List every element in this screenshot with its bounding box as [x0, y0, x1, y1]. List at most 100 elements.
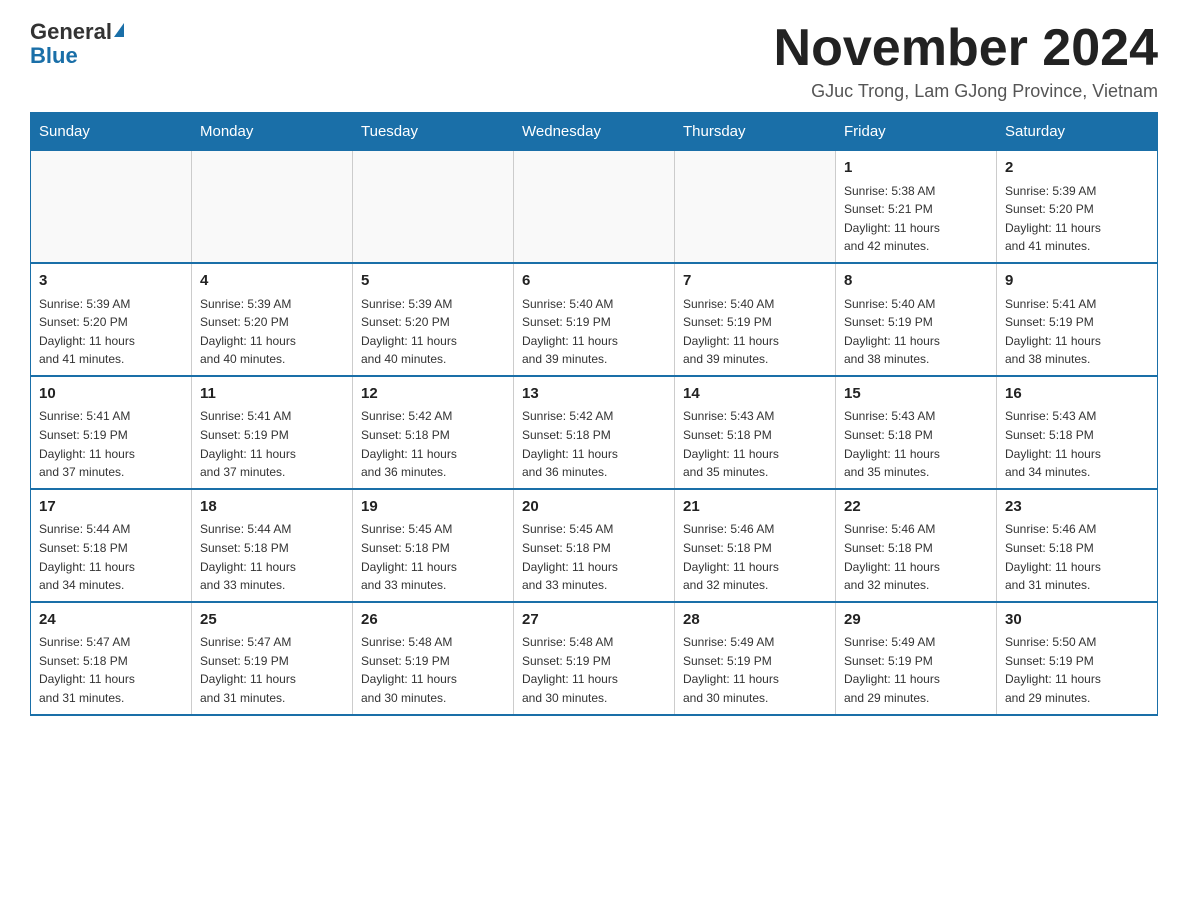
header-saturday: Saturday	[997, 113, 1158, 151]
day-info: Sunrise: 5:41 AMSunset: 5:19 PMDaylight:…	[200, 407, 344, 481]
calendar-cell: 20Sunrise: 5:45 AMSunset: 5:18 PMDayligh…	[514, 489, 675, 602]
header-friday: Friday	[836, 113, 997, 151]
day-number: 10	[39, 383, 183, 406]
calendar-week-row: 1Sunrise: 5:38 AMSunset: 5:21 PMDaylight…	[31, 151, 1158, 263]
day-number: 24	[39, 609, 183, 632]
day-info: Sunrise: 5:40 AMSunset: 5:19 PMDaylight:…	[844, 295, 988, 369]
calendar-table: SundayMondayTuesdayWednesdayThursdayFrid…	[30, 112, 1158, 715]
calendar-cell: 8Sunrise: 5:40 AMSunset: 5:19 PMDaylight…	[836, 263, 997, 376]
calendar-cell: 14Sunrise: 5:43 AMSunset: 5:18 PMDayligh…	[675, 376, 836, 489]
day-number: 15	[844, 383, 988, 406]
calendar-week-row: 24Sunrise: 5:47 AMSunset: 5:18 PMDayligh…	[31, 602, 1158, 715]
calendar-cell: 3Sunrise: 5:39 AMSunset: 5:20 PMDaylight…	[31, 263, 192, 376]
calendar-week-row: 17Sunrise: 5:44 AMSunset: 5:18 PMDayligh…	[31, 489, 1158, 602]
calendar-week-row: 10Sunrise: 5:41 AMSunset: 5:19 PMDayligh…	[31, 376, 1158, 489]
calendar-cell: 24Sunrise: 5:47 AMSunset: 5:18 PMDayligh…	[31, 602, 192, 715]
calendar-cell: 1Sunrise: 5:38 AMSunset: 5:21 PMDaylight…	[836, 151, 997, 263]
day-info: Sunrise: 5:46 AMSunset: 5:18 PMDaylight:…	[1005, 520, 1149, 594]
day-number: 20	[522, 496, 666, 519]
calendar-cell: 21Sunrise: 5:46 AMSunset: 5:18 PMDayligh…	[675, 489, 836, 602]
calendar-cell: 18Sunrise: 5:44 AMSunset: 5:18 PMDayligh…	[192, 489, 353, 602]
day-number: 28	[683, 609, 827, 632]
day-info: Sunrise: 5:43 AMSunset: 5:18 PMDaylight:…	[1005, 407, 1149, 481]
calendar-cell: 10Sunrise: 5:41 AMSunset: 5:19 PMDayligh…	[31, 376, 192, 489]
day-info: Sunrise: 5:44 AMSunset: 5:18 PMDaylight:…	[200, 520, 344, 594]
header-tuesday: Tuesday	[353, 113, 514, 151]
day-info: Sunrise: 5:48 AMSunset: 5:19 PMDaylight:…	[361, 633, 505, 707]
header-wednesday: Wednesday	[514, 113, 675, 151]
day-number: 8	[844, 270, 988, 293]
day-number: 19	[361, 496, 505, 519]
day-number: 30	[1005, 609, 1149, 632]
day-info: Sunrise: 5:43 AMSunset: 5:18 PMDaylight:…	[844, 407, 988, 481]
calendar-cell: 19Sunrise: 5:45 AMSunset: 5:18 PMDayligh…	[353, 489, 514, 602]
calendar-cell: 2Sunrise: 5:39 AMSunset: 5:20 PMDaylight…	[997, 151, 1158, 263]
calendar-cell: 11Sunrise: 5:41 AMSunset: 5:19 PMDayligh…	[192, 376, 353, 489]
day-info: Sunrise: 5:41 AMSunset: 5:19 PMDaylight:…	[1005, 295, 1149, 369]
day-info: Sunrise: 5:46 AMSunset: 5:18 PMDaylight:…	[683, 520, 827, 594]
day-info: Sunrise: 5:39 AMSunset: 5:20 PMDaylight:…	[39, 295, 183, 369]
day-info: Sunrise: 5:42 AMSunset: 5:18 PMDaylight:…	[522, 407, 666, 481]
header-monday: Monday	[192, 113, 353, 151]
day-info: Sunrise: 5:40 AMSunset: 5:19 PMDaylight:…	[522, 295, 666, 369]
day-number: 26	[361, 609, 505, 632]
calendar-cell: 17Sunrise: 5:44 AMSunset: 5:18 PMDayligh…	[31, 489, 192, 602]
calendar-header-row: SundayMondayTuesdayWednesdayThursdayFrid…	[31, 113, 1158, 151]
day-info: Sunrise: 5:47 AMSunset: 5:18 PMDaylight:…	[39, 633, 183, 707]
calendar-cell: 26Sunrise: 5:48 AMSunset: 5:19 PMDayligh…	[353, 602, 514, 715]
calendar-cell	[514, 151, 675, 263]
day-number: 14	[683, 383, 827, 406]
day-number: 11	[200, 383, 344, 406]
day-number: 22	[844, 496, 988, 519]
day-info: Sunrise: 5:50 AMSunset: 5:19 PMDaylight:…	[1005, 633, 1149, 707]
day-number: 2	[1005, 157, 1149, 180]
day-number: 1	[844, 157, 988, 180]
day-number: 12	[361, 383, 505, 406]
header-sunday: Sunday	[31, 113, 192, 151]
day-number: 13	[522, 383, 666, 406]
day-info: Sunrise: 5:43 AMSunset: 5:18 PMDaylight:…	[683, 407, 827, 481]
calendar-cell: 15Sunrise: 5:43 AMSunset: 5:18 PMDayligh…	[836, 376, 997, 489]
calendar-cell: 12Sunrise: 5:42 AMSunset: 5:18 PMDayligh…	[353, 376, 514, 489]
calendar-cell	[31, 151, 192, 263]
day-number: 7	[683, 270, 827, 293]
logo: General Blue	[30, 20, 124, 68]
day-info: Sunrise: 5:44 AMSunset: 5:18 PMDaylight:…	[39, 520, 183, 594]
day-info: Sunrise: 5:45 AMSunset: 5:18 PMDaylight:…	[361, 520, 505, 594]
calendar-cell	[675, 151, 836, 263]
day-info: Sunrise: 5:38 AMSunset: 5:21 PMDaylight:…	[844, 182, 988, 256]
calendar-cell: 27Sunrise: 5:48 AMSunset: 5:19 PMDayligh…	[514, 602, 675, 715]
calendar-cell: 25Sunrise: 5:47 AMSunset: 5:19 PMDayligh…	[192, 602, 353, 715]
day-number: 17	[39, 496, 183, 519]
calendar-cell: 7Sunrise: 5:40 AMSunset: 5:19 PMDaylight…	[675, 263, 836, 376]
day-number: 29	[844, 609, 988, 632]
calendar-cell: 22Sunrise: 5:46 AMSunset: 5:18 PMDayligh…	[836, 489, 997, 602]
day-info: Sunrise: 5:42 AMSunset: 5:18 PMDaylight:…	[361, 407, 505, 481]
day-info: Sunrise: 5:41 AMSunset: 5:19 PMDaylight:…	[39, 407, 183, 481]
calendar-cell: 4Sunrise: 5:39 AMSunset: 5:20 PMDaylight…	[192, 263, 353, 376]
day-number: 18	[200, 496, 344, 519]
calendar-week-row: 3Sunrise: 5:39 AMSunset: 5:20 PMDaylight…	[31, 263, 1158, 376]
day-info: Sunrise: 5:48 AMSunset: 5:19 PMDaylight:…	[522, 633, 666, 707]
day-number: 6	[522, 270, 666, 293]
day-number: 5	[361, 270, 505, 293]
day-info: Sunrise: 5:45 AMSunset: 5:18 PMDaylight:…	[522, 520, 666, 594]
calendar-cell: 6Sunrise: 5:40 AMSunset: 5:19 PMDaylight…	[514, 263, 675, 376]
day-number: 25	[200, 609, 344, 632]
calendar-cell: 28Sunrise: 5:49 AMSunset: 5:19 PMDayligh…	[675, 602, 836, 715]
calendar-cell: 5Sunrise: 5:39 AMSunset: 5:20 PMDaylight…	[353, 263, 514, 376]
location-subtitle: GJuc Trong, Lam GJong Province, Vietnam	[774, 81, 1158, 102]
title-block: November 2024 GJuc Trong, Lam GJong Prov…	[774, 20, 1158, 102]
day-info: Sunrise: 5:47 AMSunset: 5:19 PMDaylight:…	[200, 633, 344, 707]
day-info: Sunrise: 5:39 AMSunset: 5:20 PMDaylight:…	[200, 295, 344, 369]
day-info: Sunrise: 5:39 AMSunset: 5:20 PMDaylight:…	[361, 295, 505, 369]
logo-triangle-icon	[114, 23, 124, 37]
calendar-cell: 29Sunrise: 5:49 AMSunset: 5:19 PMDayligh…	[836, 602, 997, 715]
calendar-cell: 30Sunrise: 5:50 AMSunset: 5:19 PMDayligh…	[997, 602, 1158, 715]
day-number: 4	[200, 270, 344, 293]
header-thursday: Thursday	[675, 113, 836, 151]
calendar-cell: 23Sunrise: 5:46 AMSunset: 5:18 PMDayligh…	[997, 489, 1158, 602]
day-info: Sunrise: 5:46 AMSunset: 5:18 PMDaylight:…	[844, 520, 988, 594]
day-number: 27	[522, 609, 666, 632]
calendar-cell: 13Sunrise: 5:42 AMSunset: 5:18 PMDayligh…	[514, 376, 675, 489]
